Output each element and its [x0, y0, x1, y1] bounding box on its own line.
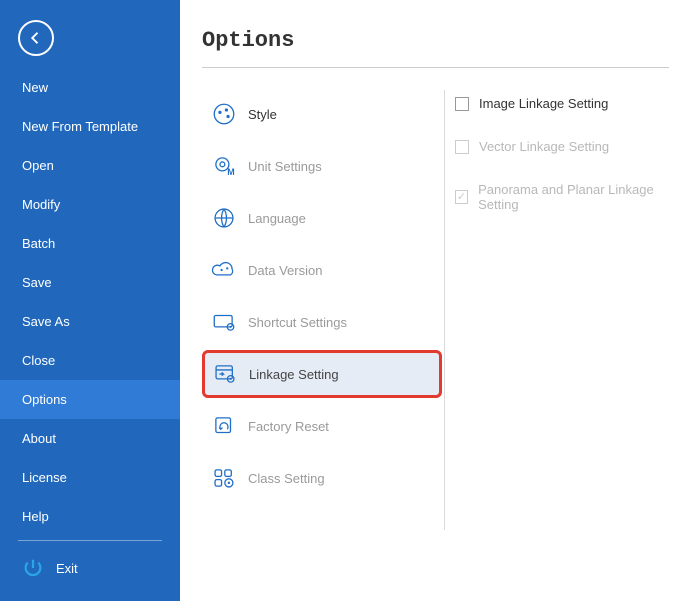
- exit-button[interactable]: Exit: [0, 549, 180, 587]
- sidebar-item-label: Save: [22, 275, 52, 290]
- option-label: Linkage Setting: [249, 367, 339, 382]
- option-style[interactable]: Style: [202, 90, 442, 138]
- reset-icon: [210, 412, 238, 440]
- title-underline: [202, 67, 669, 68]
- option-unit-settings[interactable]: M Unit Settings: [202, 142, 442, 190]
- sidebar-item-modify[interactable]: Modify: [0, 185, 180, 224]
- check-label: Image Linkage Setting: [479, 96, 608, 111]
- sidebar-item-license[interactable]: License: [0, 458, 180, 497]
- option-label: Style: [248, 107, 277, 122]
- check-panorama-planar-linkage[interactable]: Panorama and Planar Linkage Setting: [455, 182, 681, 212]
- option-label: Shortcut Settings: [248, 315, 347, 330]
- sidebar-item-close[interactable]: Close: [0, 341, 180, 380]
- sidebar-item-save[interactable]: Save: [0, 263, 180, 302]
- check-label: Vector Linkage Setting: [479, 139, 609, 154]
- option-label: Data Version: [248, 263, 322, 278]
- sidebar-item-label: Help: [22, 509, 49, 524]
- sidebar-item-save-as[interactable]: Save As: [0, 302, 180, 341]
- content-row: Style M Unit Settings Language Data Vers…: [202, 90, 681, 601]
- sidebar: New New From Template Open Modify Batch …: [0, 0, 180, 601]
- option-label: Language: [248, 211, 306, 226]
- palette-icon: [210, 100, 238, 128]
- globe-icon: [210, 204, 238, 232]
- sidebar-item-label: Options: [22, 392, 67, 407]
- page-title: Options: [202, 28, 681, 67]
- cloud-icon: [210, 256, 238, 284]
- sidebar-item-new[interactable]: New: [0, 68, 180, 107]
- sidebar-item-label: Batch: [22, 236, 55, 251]
- power-icon: [22, 557, 44, 579]
- option-label: Unit Settings: [248, 159, 322, 174]
- option-language[interactable]: Language: [202, 194, 442, 242]
- back-arrow-icon: [27, 29, 45, 47]
- sidebar-item-label: Close: [22, 353, 55, 368]
- option-linkage-setting[interactable]: Linkage Setting: [202, 350, 442, 398]
- window-link-icon: [211, 360, 239, 388]
- option-data-version[interactable]: Data Version: [202, 246, 442, 294]
- grid-gear-icon: [210, 464, 238, 492]
- sidebar-item-label: License: [22, 470, 67, 485]
- option-label: Class Setting: [248, 471, 325, 486]
- checkbox-icon: [455, 97, 469, 111]
- option-label: Factory Reset: [248, 419, 329, 434]
- sidebar-item-options[interactable]: Options: [0, 380, 180, 419]
- option-factory-reset[interactable]: Factory Reset: [202, 402, 442, 450]
- sidebar-item-label: About: [22, 431, 56, 446]
- option-shortcut-settings[interactable]: Shortcut Settings: [202, 298, 442, 346]
- gear-icon: M: [210, 152, 238, 180]
- sidebar-item-open[interactable]: Open: [0, 146, 180, 185]
- sidebar-separator: [18, 540, 162, 541]
- sidebar-item-help[interactable]: Help: [0, 497, 180, 536]
- sidebar-item-new-from-template[interactable]: New From Template: [0, 107, 180, 146]
- check-image-linkage[interactable]: Image Linkage Setting: [455, 96, 681, 111]
- checkbox-icon: [455, 140, 469, 154]
- sidebar-item-label: Open: [22, 158, 54, 173]
- options-category-list: Style M Unit Settings Language Data Vers…: [202, 90, 442, 601]
- exit-label: Exit: [56, 561, 78, 576]
- sidebar-item-label: Save As: [22, 314, 70, 329]
- linkage-detail-panel: Image Linkage Setting Vector Linkage Set…: [455, 90, 681, 601]
- keyboard-icon: [210, 308, 238, 336]
- main-panel: Options Style M Unit Settings Language: [180, 0, 681, 601]
- checkbox-icon: [455, 190, 468, 204]
- sidebar-item-label: New From Template: [22, 119, 138, 134]
- sidebar-item-about[interactable]: About: [0, 419, 180, 458]
- sidebar-item-batch[interactable]: Batch: [0, 224, 180, 263]
- check-label: Panorama and Planar Linkage Setting: [478, 182, 681, 212]
- check-vector-linkage[interactable]: Vector Linkage Setting: [455, 139, 681, 154]
- vertical-divider: [444, 90, 445, 530]
- option-class-setting[interactable]: Class Setting: [202, 454, 442, 502]
- svg-text:M: M: [227, 167, 234, 177]
- back-button[interactable]: [18, 20, 54, 56]
- sidebar-item-label: Modify: [22, 197, 60, 212]
- sidebar-item-label: New: [22, 80, 48, 95]
